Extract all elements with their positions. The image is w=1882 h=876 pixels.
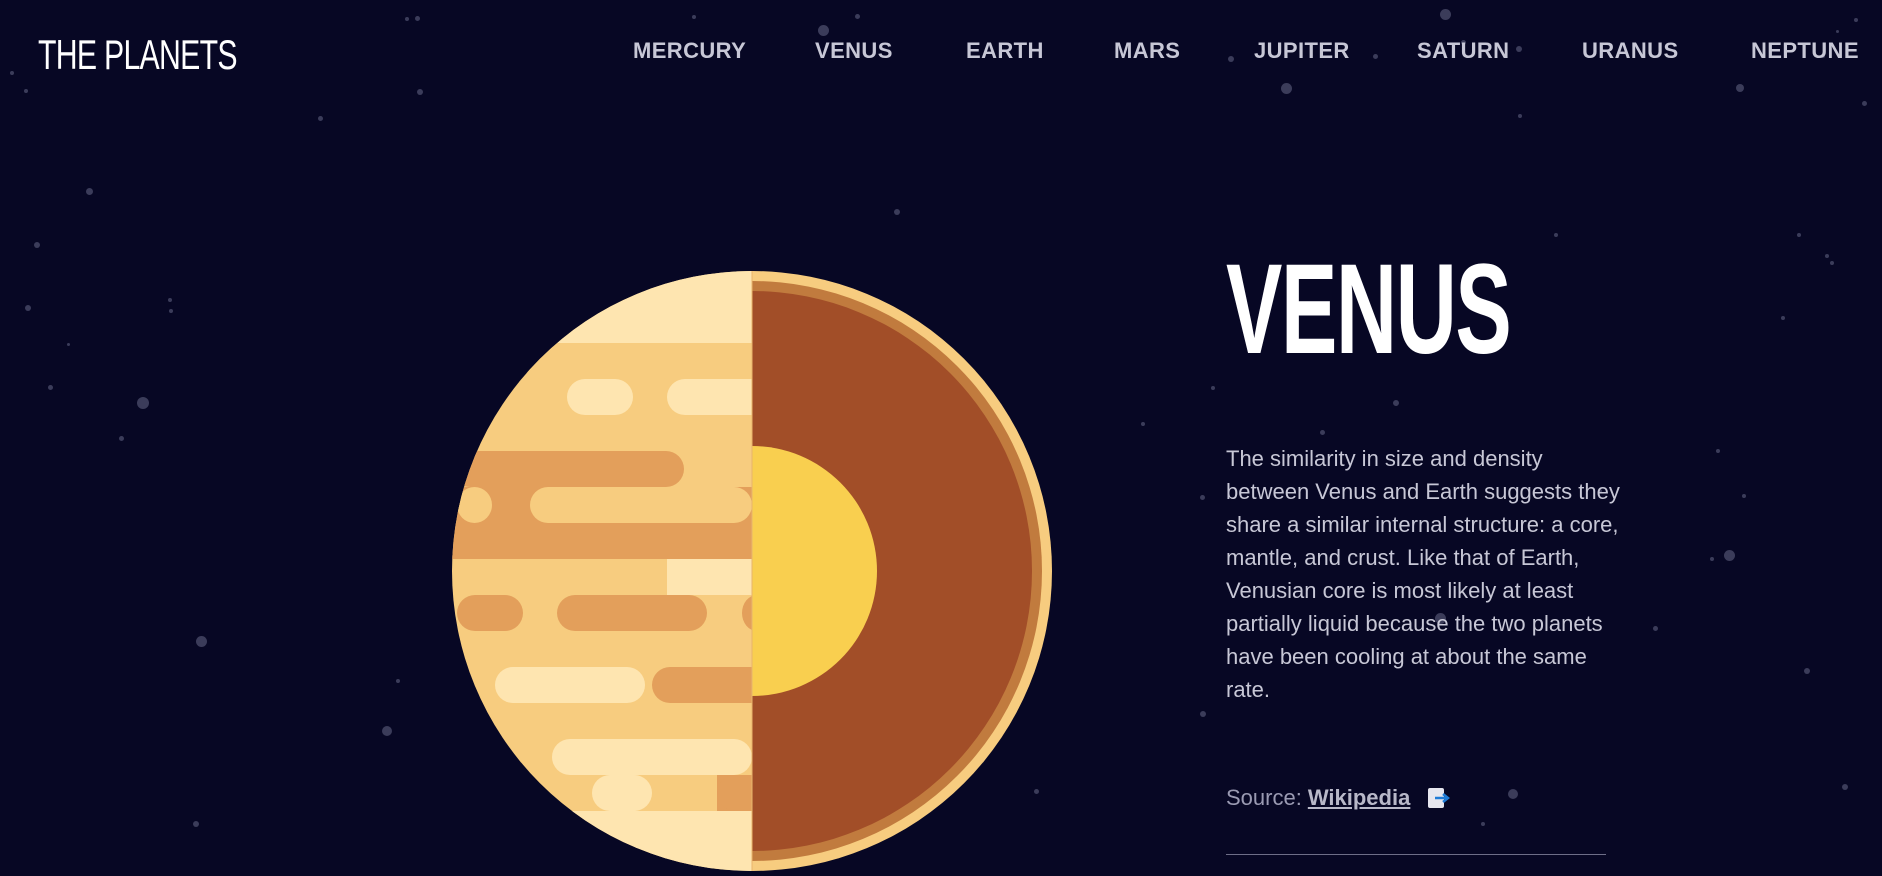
wikipedia-link[interactable]: Wikipedia — [1308, 785, 1411, 811]
planet-nav: MERCURY VENUS EARTH MARS JUPITER SATURN … — [0, 38, 1882, 64]
nav-item-saturn[interactable]: SATURN — [1417, 38, 1509, 64]
venus-planet-icon — [452, 271, 1052, 871]
source-label: Source: — [1226, 785, 1302, 810]
planet-title: VENUS — [1226, 238, 1512, 381]
nav-item-mercury[interactable]: MERCURY — [633, 38, 746, 64]
site-header: THE PLANETS MERCURY VENUS EARTH MARS JUP… — [0, 0, 1882, 100]
nav-item-mars[interactable]: MARS — [1114, 38, 1180, 64]
source-line: Source: Wikipedia — [1226, 785, 1452, 811]
tab-divider — [1226, 854, 1606, 855]
nav-item-uranus[interactable]: URANUS — [1582, 38, 1679, 64]
planet-description: The similarity in size and density betwe… — [1226, 446, 1620, 702]
venus-internal-structure-illustration — [452, 271, 1052, 871]
planet-info: VENUS The similarity in size and density… — [1226, 238, 1626, 811]
nav-item-venus[interactable]: VENUS — [815, 38, 893, 64]
nav-item-earth[interactable]: EARTH — [966, 38, 1044, 64]
venus-surface — [452, 271, 752, 871]
nav-item-neptune[interactable]: NEPTUNE — [1751, 38, 1859, 64]
nav-item-jupiter[interactable]: JUPITER — [1254, 38, 1350, 64]
external-link-icon[interactable] — [1426, 786, 1452, 810]
